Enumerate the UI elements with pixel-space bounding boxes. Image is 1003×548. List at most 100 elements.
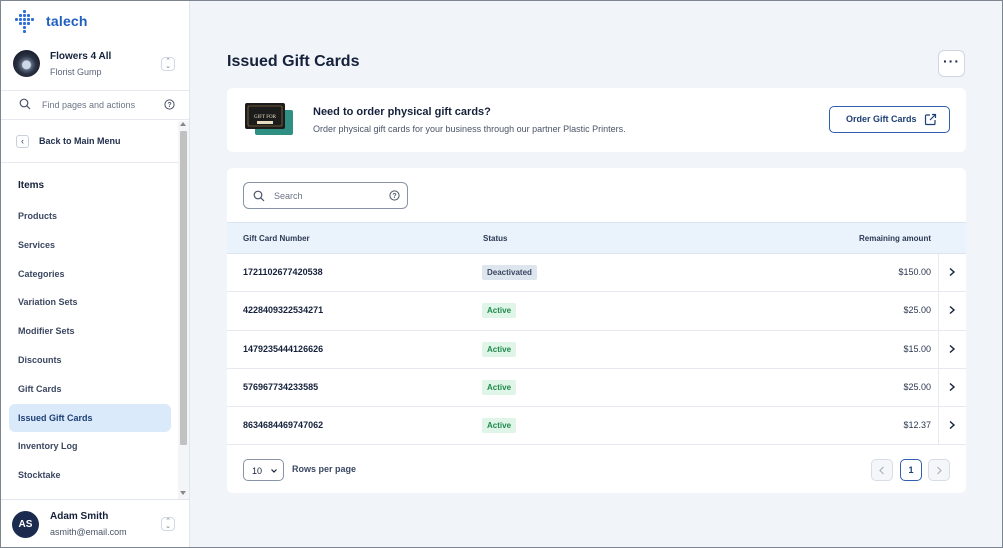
row-divider (938, 330, 939, 369)
table-header: Gift Card Number Status Remaining amount (227, 222, 966, 254)
status-badge: Active (482, 341, 517, 357)
row-divider (938, 407, 939, 446)
sidebar-item-inventory-log[interactable]: Inventory Log (9, 432, 171, 461)
sidebar-item-gift-cards[interactable]: Gift Cards (9, 375, 171, 404)
store-owner: Florist Gump (50, 67, 102, 77)
gift-card-number: 8634684469747062 (243, 420, 324, 431)
sidebar-item-issued-gift-cards[interactable]: Issued Gift Cards (9, 403, 171, 433)
chevron-right-icon[interactable] (947, 420, 957, 430)
row-divider (938, 254, 939, 292)
sidebar-scrollbar[interactable] (178, 121, 189, 499)
rows-per-page-label: Rows per page (292, 464, 357, 474)
order-gift-cards-banner: GIFT FOR Need to order physical gift car… (227, 88, 966, 152)
more-options-button[interactable]: ··· (938, 50, 965, 77)
chevron-right-icon[interactable] (947, 267, 957, 277)
sidebar-item-services[interactable]: Services (9, 231, 171, 260)
chevron-right-icon[interactable] (947, 344, 957, 354)
gift-card-art-text: GIFT FOR (254, 115, 277, 120)
page-title: Issued Gift Cards (227, 53, 360, 70)
table-row[interactable]: 1479235444126626 Active $15.00 (227, 330, 966, 369)
column-header-amount[interactable]: Remaining amount (859, 234, 931, 243)
remaining-amount: $15.00 (903, 343, 931, 354)
sidebar-item-modifier-sets[interactable]: Modifier Sets (9, 317, 171, 346)
order-gift-cards-label: Order Gift Cards (846, 114, 917, 124)
app-window: talech Flowers 4 All Florist Gump ⌃ ⌄ Fin… (0, 0, 1003, 548)
page-search-input[interactable]: Find pages and actions ? (1, 90, 189, 120)
table-search-placeholder: Search (274, 191, 303, 201)
remaining-amount: $25.00 (903, 305, 931, 316)
svg-text:?: ? (392, 193, 396, 200)
table-row[interactable]: 1721102677420538 Deactivated $150.00 (227, 254, 966, 293)
status-badge: Active (482, 379, 517, 395)
gift-card-number: 1479235444126626 (243, 343, 324, 354)
talech-logo-icon (14, 10, 36, 33)
table-body: 1721102677420538 Deactivated $150.00 422… (227, 254, 966, 446)
chevron-right-icon[interactable] (947, 382, 957, 392)
sidebar-item-discounts[interactable]: Discounts (9, 346, 171, 375)
ellipsis-icon: ··· (943, 53, 960, 69)
brand-name: talech (46, 13, 88, 29)
chevron-left-icon (879, 466, 884, 475)
column-header-number[interactable]: Gift Card Number (243, 234, 310, 243)
user-email: asmith@email.com (50, 527, 127, 537)
user-name: Adam Smith (50, 511, 109, 522)
sidebar-item-stocktake[interactable]: Stocktake (9, 461, 171, 490)
sidebar: talech Flowers 4 All Florist Gump ⌃ ⌄ Fin… (1, 1, 190, 547)
page-search-placeholder: Find pages and actions (42, 100, 136, 110)
scrollbar-thumb[interactable] (180, 131, 187, 445)
next-page-button[interactable] (928, 459, 950, 481)
rows-per-page-value: 10 (252, 466, 263, 476)
status-badge: Active (482, 303, 517, 319)
brand-logo[interactable]: talech (14, 9, 88, 33)
scroll-down-icon[interactable] (180, 491, 186, 495)
column-header-status[interactable]: Status (483, 234, 507, 243)
help-icon[interactable]: ? (164, 99, 175, 110)
remaining-amount: $12.37 (903, 420, 931, 431)
chevron-down-icon (271, 469, 277, 473)
gift-card-number: 1721102677420538 (243, 267, 323, 277)
scroll-up-icon[interactable] (180, 122, 186, 126)
chevron-right-icon[interactable] (947, 305, 957, 315)
status-badge: Deactivated (482, 265, 537, 280)
nav-section-title: Items (18, 180, 45, 191)
user-avatar: AS (12, 511, 39, 538)
svg-text:?: ? (167, 102, 171, 109)
back-to-main-menu[interactable]: ‹ Back to Main Menu (1, 121, 189, 163)
gift-card-number: 4228409322534271 (243, 305, 324, 316)
gift-cards-table-card: Search ? Gift Card Number Status Remaini… (227, 168, 966, 493)
status-badge: Active (482, 418, 517, 434)
gift-card-illustration: GIFT FOR (245, 103, 293, 135)
row-divider (938, 292, 939, 331)
help-icon[interactable]: ? (389, 190, 400, 201)
rows-per-page-select[interactable]: 10 (243, 459, 284, 481)
external-link-icon (924, 113, 937, 126)
row-divider (938, 368, 939, 407)
store-avatar (13, 50, 40, 77)
chevron-updown-icon[interactable]: ⌃ ⌄ (161, 517, 175, 531)
previous-page-button[interactable] (871, 459, 893, 481)
table-row[interactable]: 8634684469747062 Active $12.37 (227, 407, 966, 446)
store-name: Flowers 4 All (50, 51, 112, 62)
back-label: Back to Main Menu (39, 136, 121, 146)
page-number-button[interactable]: 1 (900, 459, 922, 481)
sidebar-item-variation-sets[interactable]: Variation Sets (9, 288, 171, 317)
remaining-amount: $25.00 (903, 381, 931, 392)
promo-title: Need to order physical gift cards? (313, 106, 491, 118)
search-icon (253, 190, 265, 202)
gift-card-number: 576967734233585 (243, 381, 319, 392)
chevron-updown-icon[interactable]: ⌃ ⌄ (161, 57, 175, 71)
table-search-input[interactable]: Search ? (243, 182, 408, 209)
sidebar-item-categories[interactable]: Categories (9, 260, 171, 289)
remaining-amount: $150.00 (898, 267, 931, 277)
promo-subtitle: Order physical gift cards for your busin… (313, 124, 626, 134)
chevron-right-icon (937, 466, 942, 475)
order-gift-cards-button[interactable]: Order Gift Cards (829, 106, 950, 133)
nav-list: Products Services Categories Variation S… (9, 202, 171, 490)
user-menu[interactable]: AS Adam Smith asmith@email.com ⌃ ⌄ (1, 499, 189, 547)
table-row[interactable]: 576967734233585 Active $25.00 (227, 368, 966, 408)
search-icon (19, 98, 31, 110)
chevron-left-icon: ‹ (16, 135, 29, 148)
table-row[interactable]: 4228409322534271 Active $25.00 (227, 292, 966, 331)
store-switcher[interactable]: Flowers 4 All Florist Gump ⌃ ⌄ (1, 45, 189, 85)
sidebar-item-products[interactable]: Products (9, 202, 171, 231)
